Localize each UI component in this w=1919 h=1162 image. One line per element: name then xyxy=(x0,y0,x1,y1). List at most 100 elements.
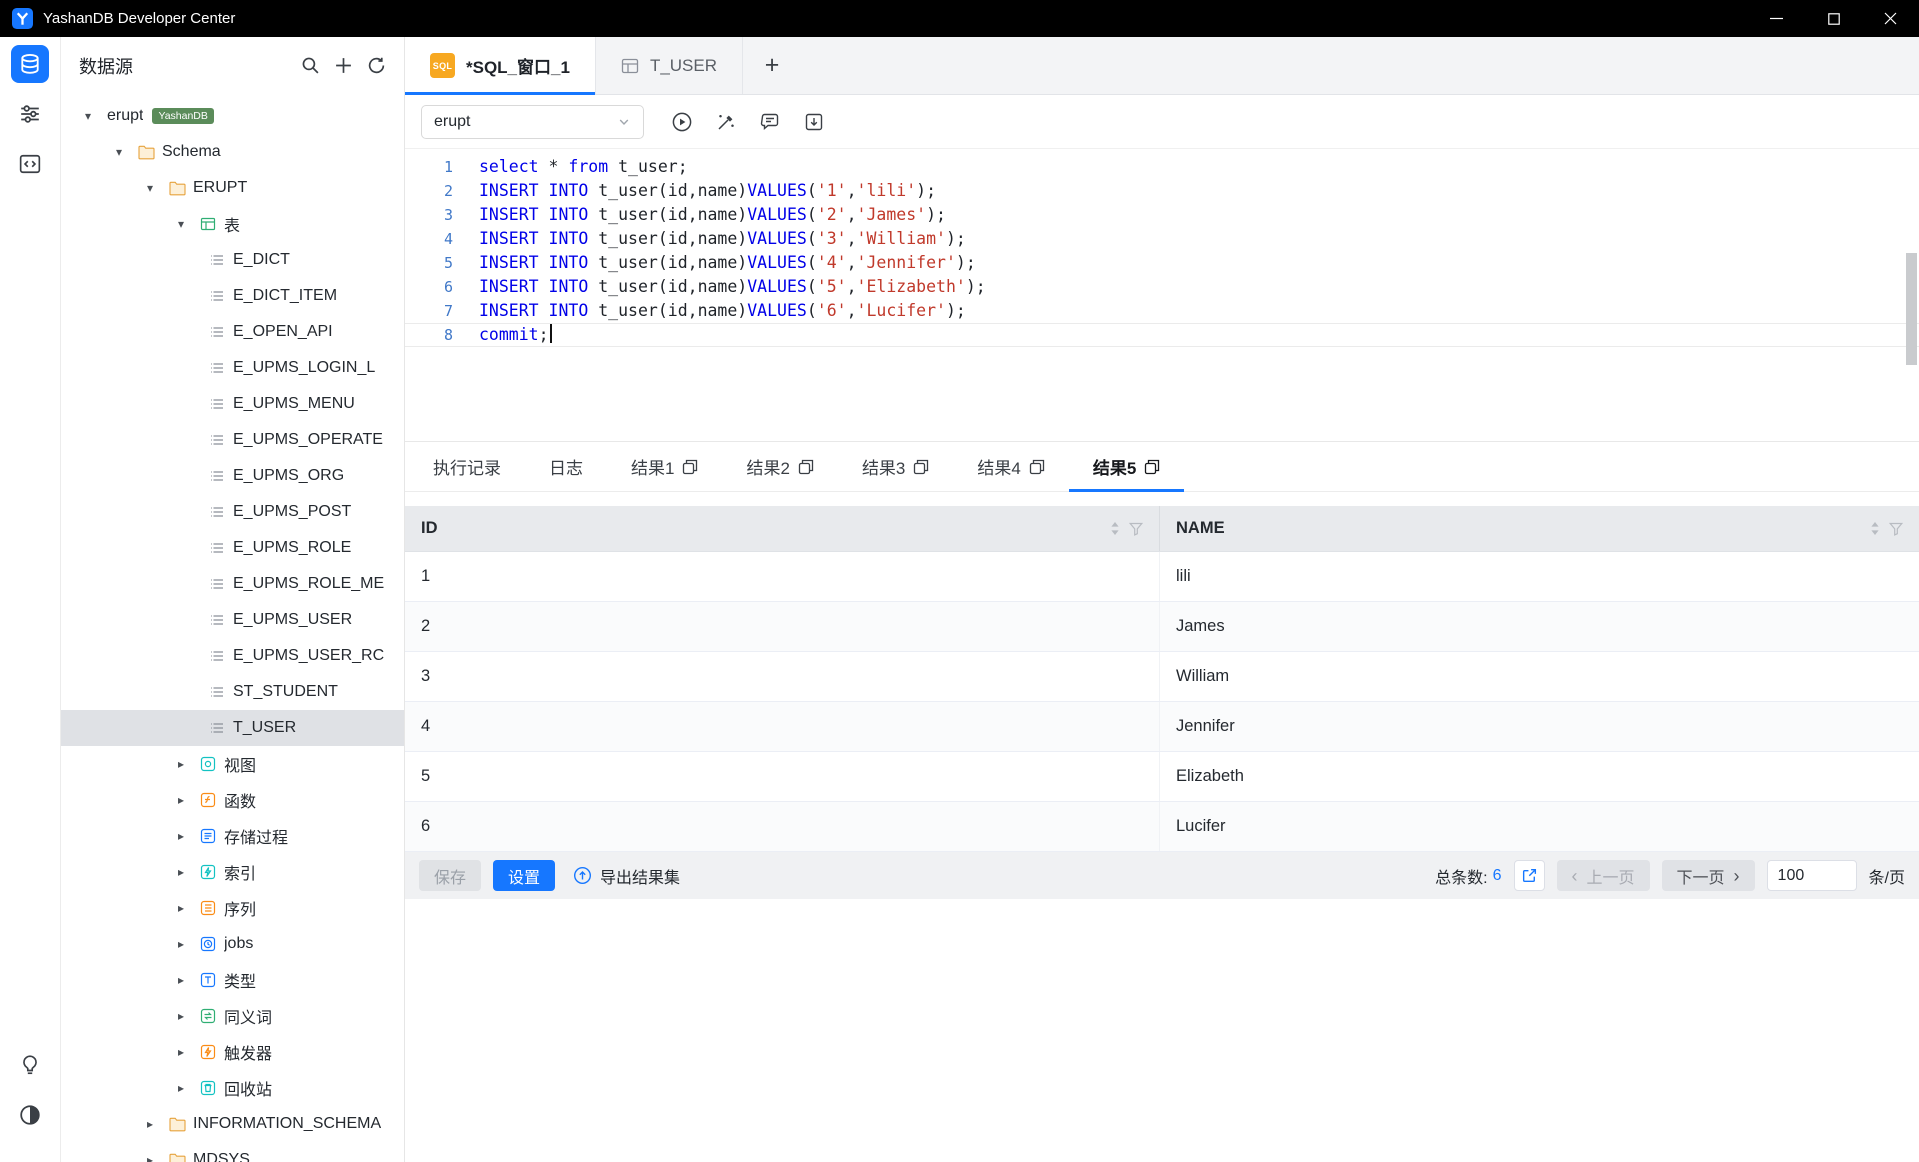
code-line-6[interactable]: 6INSERT INTO t_user(id,name)VALUES('5','… xyxy=(405,275,1919,299)
table-row[interactable]: 6Lucifer xyxy=(405,802,1919,852)
tree-item-函数[interactable]: ▸函数 xyxy=(61,782,404,818)
result-tab-执行记录[interactable]: 执行记录 xyxy=(409,442,525,491)
tab-t-user[interactable]: T_USER xyxy=(596,37,743,94)
result-tab-结果2[interactable]: 结果2 xyxy=(722,442,837,491)
tree-item-Schema[interactable]: ▾Schema xyxy=(61,134,404,170)
tree-item-MDSYS[interactable]: ▸MDSYS xyxy=(61,1142,404,1162)
tree-item-E_DICT[interactable]: E_DICT xyxy=(61,242,404,278)
sql-editor[interactable]: 1select * from t_user;2INSERT INTO t_use… xyxy=(405,149,1919,441)
result-tab-结果3[interactable]: 结果3 xyxy=(838,442,953,491)
result-tab-结果5[interactable]: 结果5 xyxy=(1069,442,1184,491)
tree-item-T_USER[interactable]: T_USER xyxy=(61,710,404,746)
code-line-5[interactable]: 5INSERT INTO t_user(id,name)VALUES('4','… xyxy=(405,251,1919,275)
tree-item-E_UPMS_ROLE_ME[interactable]: E_UPMS_ROLE_ME xyxy=(61,566,404,602)
table-row[interactable]: 2James xyxy=(405,602,1919,652)
caret-right-icon[interactable]: ▸ xyxy=(178,793,200,807)
add-connection-icon[interactable] xyxy=(334,56,353,75)
tree-item-INFORMATION_SCHEMA[interactable]: ▸INFORMATION_SCHEMA xyxy=(61,1106,404,1142)
tree-item-E_UPMS_ROLE[interactable]: E_UPMS_ROLE xyxy=(61,530,404,566)
tree-item-存储过程[interactable]: ▸存储过程 xyxy=(61,818,404,854)
tree-item-E_UPMS_POST[interactable]: E_UPMS_POST xyxy=(61,494,404,530)
result-tab-日志[interactable]: 日志 xyxy=(525,442,607,491)
tree-item-序列[interactable]: ▸序列 xyxy=(61,890,404,926)
export-sql-button[interactable] xyxy=(795,105,832,139)
tree-item-ERUPT[interactable]: ▾ERUPT xyxy=(61,170,404,206)
tree-item-E_UPMS_USER_RC[interactable]: E_UPMS_USER_RC xyxy=(61,638,404,674)
open-result-icon[interactable] xyxy=(1144,459,1160,475)
tab-sql-window-1[interactable]: SQL *SQL_窗口_1 xyxy=(405,37,596,94)
sort-icon[interactable] xyxy=(1870,521,1880,536)
code-line-3[interactable]: 3INSERT INTO t_user(id,name)VALUES('2','… xyxy=(405,203,1919,227)
tree-item-ST_STUDENT[interactable]: ST_STUDENT xyxy=(61,674,404,710)
caret-down-icon[interactable]: ▾ xyxy=(178,217,200,231)
code-line-7[interactable]: 7INSERT INTO t_user(id,name)VALUES('6','… xyxy=(405,299,1919,323)
caret-down-icon[interactable]: ▾ xyxy=(85,109,107,123)
connection-select[interactable]: erupt xyxy=(421,105,644,139)
caret-right-icon[interactable]: ▸ xyxy=(178,973,200,987)
caret-right-icon[interactable]: ▸ xyxy=(147,1117,169,1131)
column-header-ID[interactable]: ID xyxy=(405,506,1160,551)
settings-button[interactable]: 设置 xyxy=(493,860,555,891)
tree-item-E_UPMS_OPERATE[interactable]: E_UPMS_OPERATE xyxy=(61,422,404,458)
caret-right-icon[interactable]: ▸ xyxy=(178,937,200,951)
save-button[interactable]: 保存 xyxy=(419,860,481,891)
column-header-NAME[interactable]: NAME xyxy=(1160,506,1919,551)
new-tab-button[interactable]: + xyxy=(743,37,801,94)
datasource-rail-button[interactable] xyxy=(11,45,49,83)
tree-item-类型[interactable]: ▸类型 xyxy=(61,962,404,998)
comment-button[interactable] xyxy=(751,105,788,139)
code-line-2[interactable]: 2INSERT INTO t_user(id,name)VALUES('1','… xyxy=(405,179,1919,203)
open-result-icon[interactable] xyxy=(682,459,698,475)
prev-page-button[interactable]: ‹ 上一页 xyxy=(1557,860,1650,891)
caret-right-icon[interactable]: ▸ xyxy=(178,1045,200,1059)
theme-toggle-button[interactable] xyxy=(11,1096,49,1134)
table-row[interactable]: 3William xyxy=(405,652,1919,702)
code-line-4[interactable]: 4INSERT INTO t_user(id,name)VALUES('3','… xyxy=(405,227,1919,251)
tree-item-erupt[interactable]: ▾eruptYashanDB xyxy=(61,98,404,134)
tips-rail-button[interactable] xyxy=(11,1046,49,1084)
page-size-input[interactable] xyxy=(1767,860,1857,891)
filter-icon[interactable] xyxy=(1889,522,1903,536)
code-line-1[interactable]: 1select * from t_user; xyxy=(405,155,1919,179)
result-tab-结果4[interactable]: 结果4 xyxy=(953,442,1068,491)
caret-right-icon[interactable]: ▸ xyxy=(178,829,200,843)
export-results-button[interactable]: 导出结果集 xyxy=(573,864,680,888)
caret-down-icon[interactable]: ▾ xyxy=(147,181,169,195)
tree-item-E_UPMS_ORG[interactable]: E_UPMS_ORG xyxy=(61,458,404,494)
minimize-button[interactable] xyxy=(1748,0,1805,37)
caret-right-icon[interactable]: ▸ xyxy=(178,1081,200,1095)
tree-item-jobs[interactable]: ▸jobs xyxy=(61,926,404,962)
next-page-button[interactable]: 下一页 › xyxy=(1662,860,1755,891)
tree-item-E_OPEN_API[interactable]: E_OPEN_API xyxy=(61,314,404,350)
refresh-icon[interactable] xyxy=(367,56,386,75)
caret-right-icon[interactable]: ▸ xyxy=(178,865,200,879)
tree-item-E_DICT_ITEM[interactable]: E_DICT_ITEM xyxy=(61,278,404,314)
open-result-icon[interactable] xyxy=(798,459,814,475)
tree-item-同义词[interactable]: ▸同义词 xyxy=(61,998,404,1034)
code-line-8[interactable]: 8commit; xyxy=(405,323,1919,347)
tree-item-E_UPMS_LOGIN_L[interactable]: E_UPMS_LOGIN_L xyxy=(61,350,404,386)
sort-icon[interactable] xyxy=(1110,521,1120,536)
open-result-icon[interactable] xyxy=(1029,459,1045,475)
editor-scrollbar-thumb[interactable] xyxy=(1906,253,1917,365)
tree-item-索引[interactable]: ▸索引 xyxy=(61,854,404,890)
open-result-window-button[interactable] xyxy=(1514,860,1545,891)
table-row[interactable]: 4Jennifer xyxy=(405,702,1919,752)
console-rail-button[interactable] xyxy=(11,145,49,183)
open-result-icon[interactable] xyxy=(913,459,929,475)
caret-right-icon[interactable]: ▸ xyxy=(147,1153,169,1162)
tree-item-E_UPMS_MENU[interactable]: E_UPMS_MENU xyxy=(61,386,404,422)
tree-item-回收站[interactable]: ▸回收站 xyxy=(61,1070,404,1106)
settings-rail-button[interactable] xyxy=(11,95,49,133)
maximize-button[interactable] xyxy=(1805,0,1862,37)
tree-item-E_UPMS_USER[interactable]: E_UPMS_USER xyxy=(61,602,404,638)
caret-down-icon[interactable]: ▾ xyxy=(116,145,138,159)
caret-right-icon[interactable]: ▸ xyxy=(178,757,200,771)
table-row[interactable]: 5Elizabeth xyxy=(405,752,1919,802)
tree-item-视图[interactable]: ▸视图 xyxy=(61,746,404,782)
tree-item-触发器[interactable]: ▸触发器 xyxy=(61,1034,404,1070)
run-button[interactable] xyxy=(663,105,700,139)
result-tab-结果1[interactable]: 结果1 xyxy=(607,442,722,491)
filter-icon[interactable] xyxy=(1129,522,1143,536)
caret-right-icon[interactable]: ▸ xyxy=(178,1009,200,1023)
